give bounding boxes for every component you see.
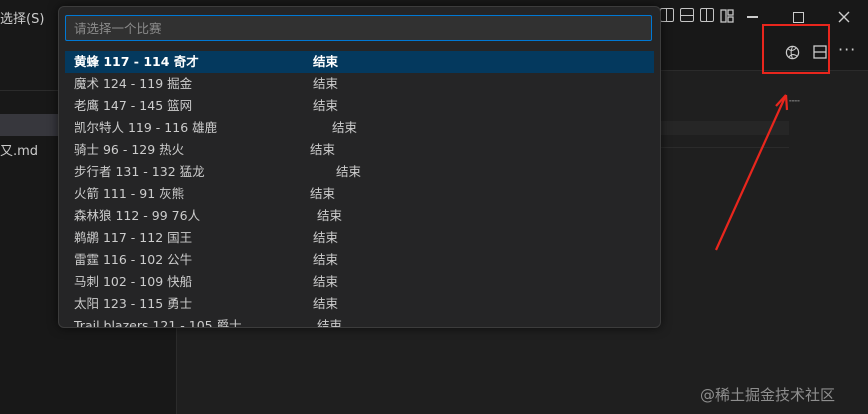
close-icon xyxy=(838,11,850,23)
match-item[interactable]: 老鹰 147 - 145 篮网 结束 xyxy=(65,95,654,117)
match-item[interactable]: 森林狼 112 - 99 76人 结束 xyxy=(65,205,654,227)
match-item[interactable]: Trail blazers 121 - 105 爵士 结束 xyxy=(65,315,654,327)
match-item[interactable]: 凯尔特人 119 - 116 雄鹿 结束 xyxy=(65,117,654,139)
quick-pick: 黄蜂 117 - 114 奇才结束 魔术 124 - 119 掘金结束 老鹰 1… xyxy=(58,6,661,328)
match-item[interactable]: 火箭 111 - 91 灰熊 结束 xyxy=(65,183,654,205)
toggle-secondary-sidebar-icon[interactable] xyxy=(700,8,714,22)
match-item[interactable]: 黄蜂 117 - 114 奇才 结束 xyxy=(65,51,654,73)
match-item[interactable]: 步行者 131 - 132 猛龙 结束 xyxy=(65,161,654,183)
watermark: @稀土掘金技术社区 xyxy=(700,386,836,404)
match-item[interactable]: 鹈鹕 117 - 112 国王 结束 xyxy=(65,227,654,249)
match-item[interactable]: 雷霆 116 - 102 公牛 结束 xyxy=(65,249,654,271)
highlight-box xyxy=(762,24,830,74)
sidebar-file-item[interactable]: 又.md xyxy=(0,140,38,159)
menu-selection[interactable]: 选择(S) xyxy=(0,8,44,27)
minimap-marker: ╌╌ xyxy=(789,97,800,107)
toggle-primary-sidebar-icon[interactable] xyxy=(660,8,674,22)
toggle-panel-icon[interactable] xyxy=(680,8,694,22)
match-list: 黄蜂 117 - 114 奇才 结束 魔术 124 - 119 掘金 结束 老鹰 1… xyxy=(65,51,654,327)
layout-controls xyxy=(660,8,734,23)
match-item[interactable]: 马刺 102 - 109 快船 结束 xyxy=(65,271,654,293)
match-item[interactable]: 骑士 96 - 129 热火 结束 xyxy=(65,139,654,161)
match-search-input[interactable] xyxy=(65,15,652,41)
match-item[interactable]: 魔术 124 - 119 掘金 结束 xyxy=(65,73,654,95)
match-item[interactable]: 太阳 123 - 115 勇士 结束 xyxy=(65,293,654,315)
more-actions-icon[interactable]: ··· xyxy=(838,40,856,59)
